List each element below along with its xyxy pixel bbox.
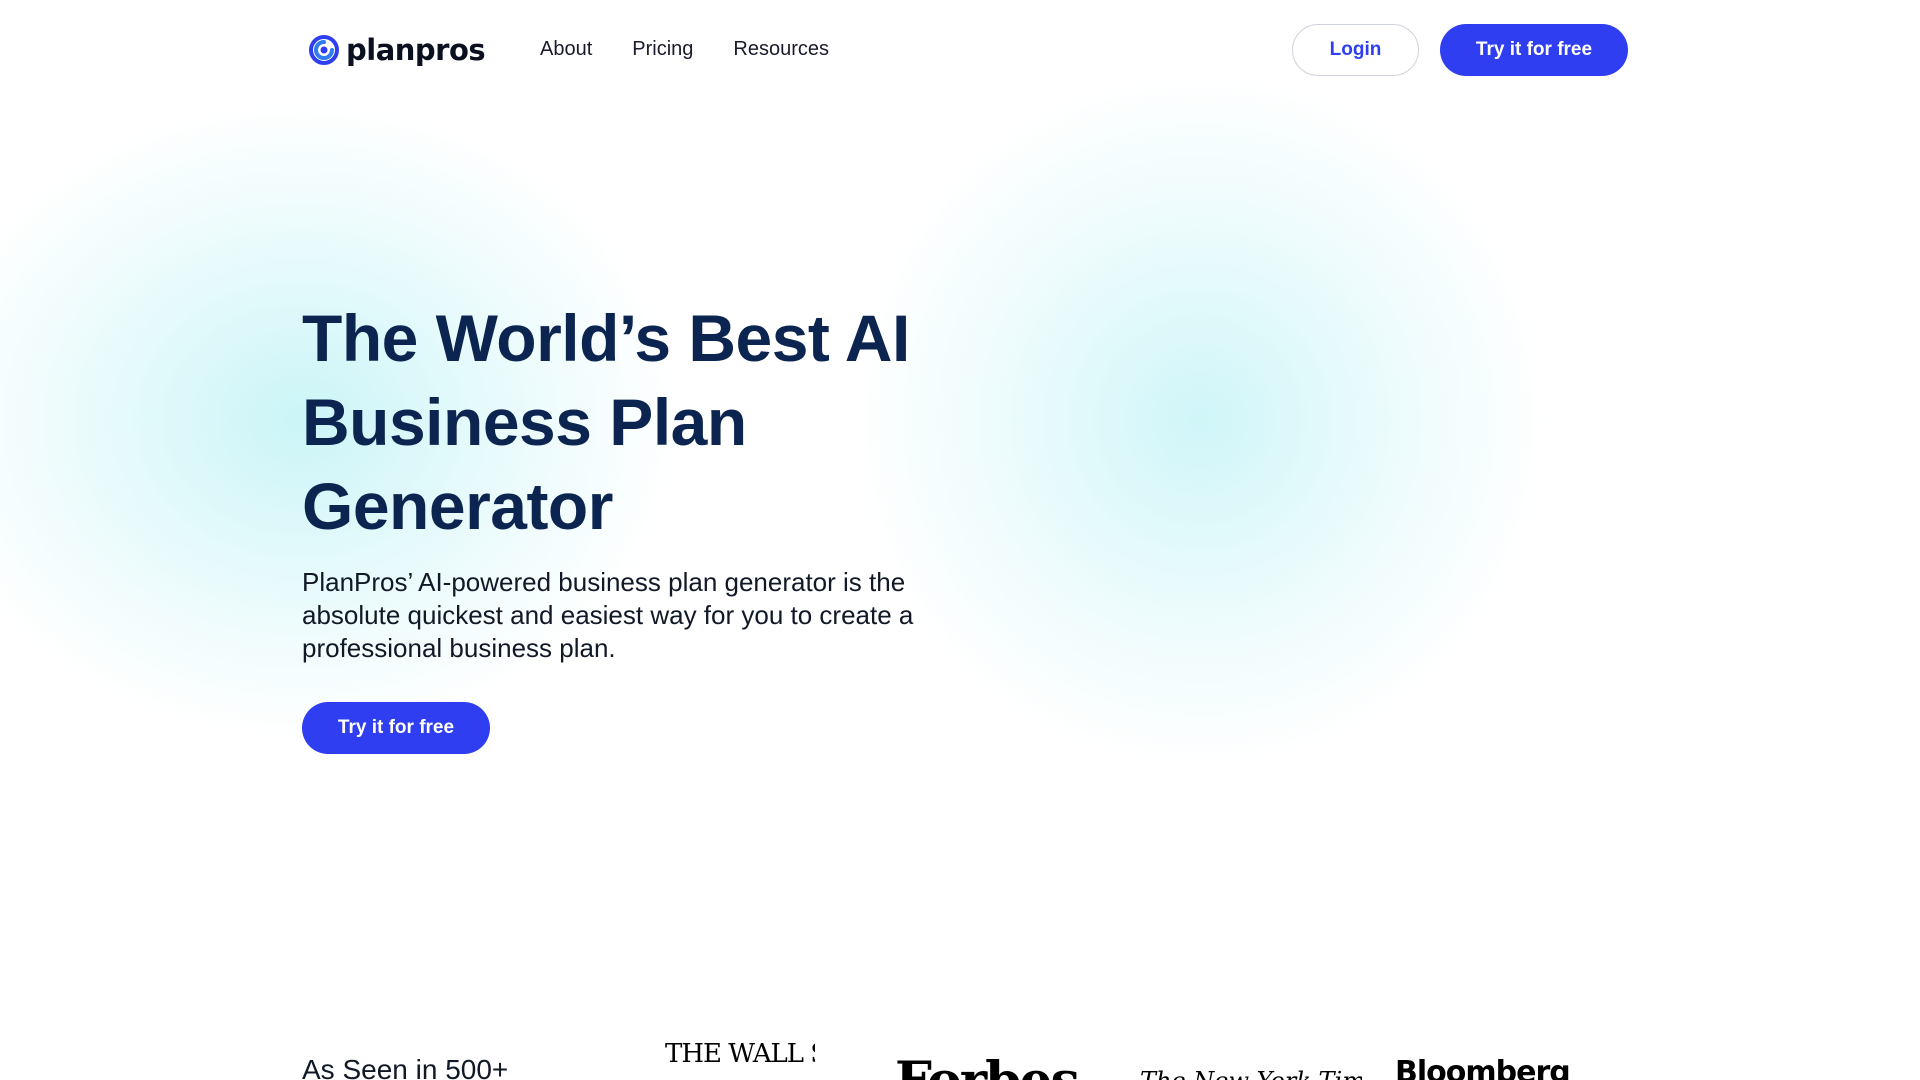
header-try-free-button[interactable]: Try it for free <box>1440 24 1628 76</box>
hero-subtitle: PlanPros’ AI-powered business plan gener… <box>302 567 914 663</box>
press-logo-forbes: Forbes <box>895 1052 1095 1080</box>
logo-wordmark: planpros <box>346 33 486 67</box>
nav-link-pricing[interactable]: Pricing <box>632 38 693 61</box>
nav-link-resources[interactable]: Resources <box>733 38 829 61</box>
main-nav: About Pricing Resources <box>540 38 829 61</box>
swirl-logo-icon <box>309 35 339 65</box>
login-button[interactable]: Login <box>1292 24 1419 76</box>
press-logo-nyt: The New York Times <box>1140 1066 1362 1080</box>
site-header: planpros About Pricing Resources Login T… <box>0 0 1920 100</box>
hero-try-free-button[interactable]: Try it for free <box>302 702 490 754</box>
hero-title: The World’s Best AI Business Plan Genera… <box>302 301 910 543</box>
press-heading: As Seen in 500+ <box>302 1054 509 1080</box>
press-logo-bloomberg: Bloomberg <box>1395 1056 1571 1080</box>
logo[interactable]: planpros <box>308 32 486 68</box>
press-logo-wsj: THE WALL STREET <box>665 1040 815 1069</box>
nav-link-about[interactable]: About <box>540 38 592 61</box>
